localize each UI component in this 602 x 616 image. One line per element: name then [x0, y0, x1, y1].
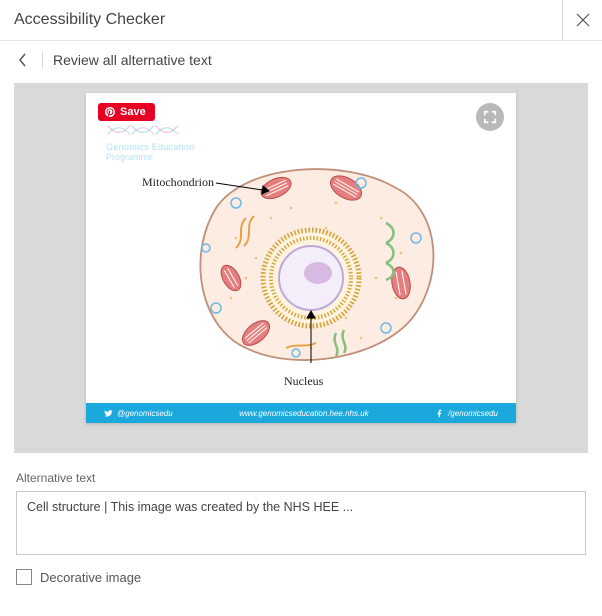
pinterest-icon	[104, 106, 116, 118]
footer-facebook-text: /genomicsedu	[448, 409, 498, 418]
footer-facebook: /genomicsedu	[435, 409, 498, 418]
subheader-title: Review all alternative text	[53, 52, 212, 68]
pane-title: Accessibility Checker	[14, 11, 562, 29]
save-button-label: Save	[120, 106, 146, 118]
back-button[interactable]	[14, 51, 32, 69]
chevron-left-icon	[18, 53, 28, 67]
decorative-checkbox[interactable]	[16, 569, 32, 585]
twitter-icon	[104, 409, 113, 418]
footer-twitter: @genomicsedu	[104, 409, 173, 418]
expand-button[interactable]	[476, 103, 504, 131]
subheader-divider	[42, 51, 43, 69]
alt-text-label: Alternative text	[16, 471, 586, 485]
decorative-label: Decorative image	[40, 570, 141, 585]
footer-twitter-text: @genomicsedu	[117, 409, 173, 418]
image-footer-bar: @genomicsedu www.genomicseducation.hee.n…	[86, 403, 516, 423]
cell-diagram	[86, 148, 516, 393]
image-preview-container: Save Genomics Educa	[14, 83, 588, 453]
close-button[interactable]	[562, 0, 602, 40]
subheader: Review all alternative text	[0, 41, 602, 77]
pane-header: Accessibility Checker	[0, 0, 602, 40]
dna-icon	[106, 123, 196, 137]
image-preview: Save Genomics Educa	[86, 93, 516, 423]
decorative-row: Decorative image	[16, 569, 586, 585]
facebook-icon	[435, 409, 444, 418]
expand-icon	[483, 110, 497, 124]
save-button[interactable]: Save	[98, 103, 155, 121]
footer-url: www.genomicseducation.hee.nhs.uk	[239, 409, 368, 418]
cell-diagram-svg	[86, 148, 516, 393]
alt-text-input[interactable]: Cell structure | This image was created …	[16, 491, 586, 555]
close-icon	[576, 13, 590, 27]
